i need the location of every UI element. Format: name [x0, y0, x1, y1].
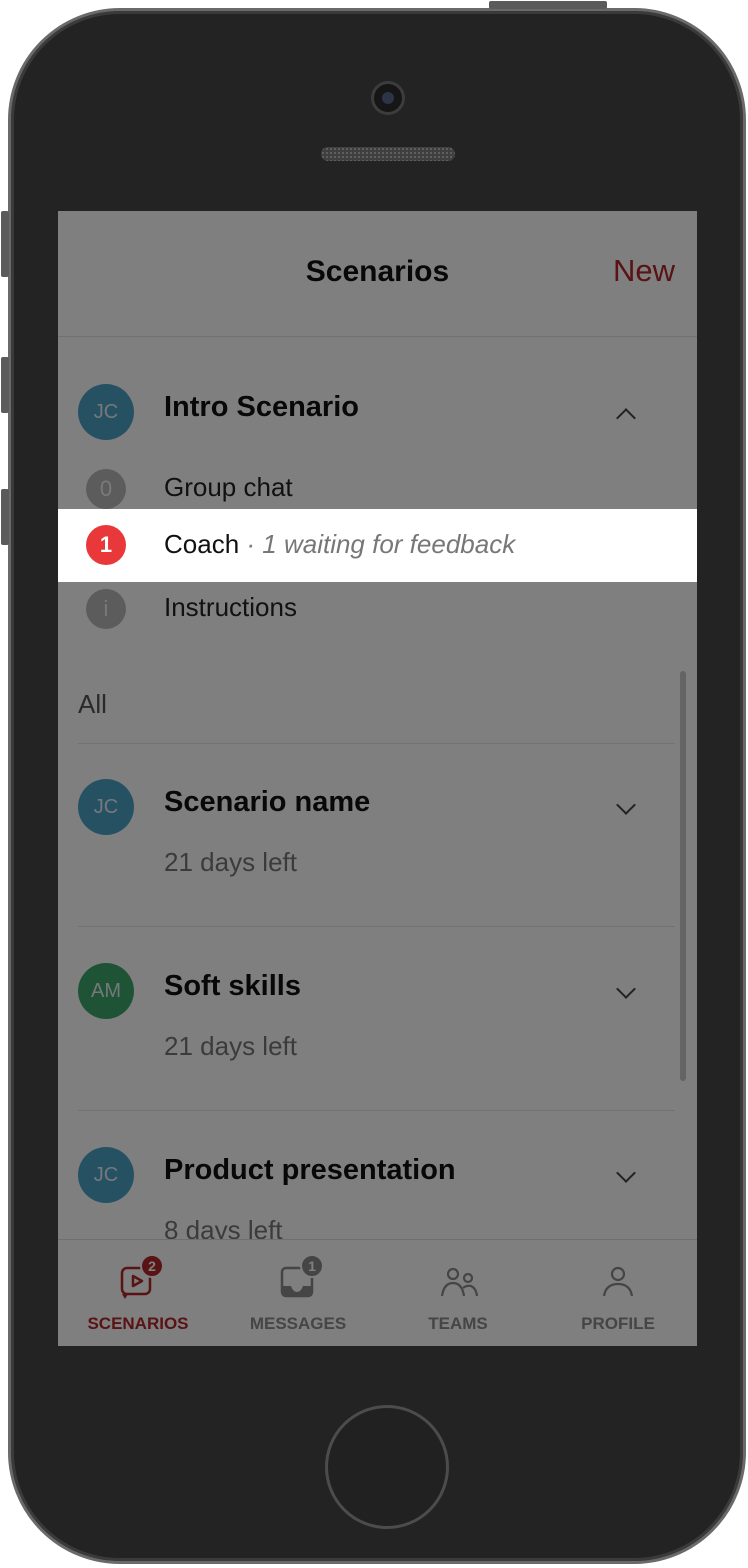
- chevron-up-icon[interactable]: [616, 408, 636, 428]
- volume-button: [1, 211, 9, 277]
- page-title: Scenarios: [305, 255, 450, 288]
- sub-item-label: Group chat: [164, 472, 293, 502]
- chevron-down-icon[interactable]: [616, 1163, 636, 1183]
- chevron-down-icon[interactable]: [616, 979, 636, 999]
- tab-badge: 1: [300, 1254, 324, 1278]
- avatar: JC: [78, 779, 134, 835]
- home-button[interactable]: [325, 1405, 449, 1529]
- sub-item-coach[interactable]: 1 Coach · 1 waiting for feedback: [58, 509, 697, 582]
- earpiece-speaker: [321, 147, 455, 161]
- tab-badge: 2: [140, 1254, 164, 1278]
- front-camera: [371, 81, 405, 115]
- tab-profile[interactable]: PROFILE: [538, 1240, 697, 1346]
- app-screen: Scenarios New JC Intro Scenario 0 Group …: [58, 211, 697, 1346]
- info-icon: i: [86, 589, 126, 629]
- divider: [78, 1110, 675, 1111]
- volume-button: [1, 489, 9, 545]
- scrollbar[interactable]: [680, 671, 686, 1081]
- tab-bar: 2 SCENARIOS 1 MESSAGES TEAMS PROFILE: [58, 1239, 697, 1346]
- tab-messages[interactable]: 1 MESSAGES: [218, 1240, 378, 1346]
- divider: [78, 743, 675, 744]
- profile-icon: [602, 1266, 634, 1297]
- power-button: [489, 1, 607, 9]
- scenario-title: Soft skills: [164, 970, 301, 1002]
- days-left: 21 days left: [164, 1031, 297, 1061]
- tab-label: SCENARIOS: [87, 1314, 189, 1333]
- sub-item-label: Coach · 1 waiting for feedback: [164, 529, 515, 560]
- sub-item-label: Instructions: [164, 592, 297, 622]
- teams-icon: [440, 1267, 479, 1297]
- scenario-title: Scenario name: [164, 786, 371, 818]
- count-badge: 0: [86, 469, 126, 509]
- section-label-all: All: [78, 689, 107, 719]
- tab-label: TEAMS: [428, 1314, 488, 1333]
- volume-button: [1, 357, 9, 413]
- avatar: AM: [78, 963, 134, 1019]
- divider: [78, 926, 675, 927]
- chevron-down-icon[interactable]: [616, 795, 636, 815]
- scenario-title: Product presentation: [164, 1154, 456, 1186]
- navigation-bar: Scenarios New: [58, 211, 697, 337]
- days-left: 21 days left: [164, 847, 297, 877]
- tab-label: PROFILE: [581, 1314, 655, 1333]
- feedback-hint: · 1 waiting for feedback: [246, 529, 516, 559]
- tab-teams[interactable]: TEAMS: [378, 1240, 538, 1346]
- new-scenario-button[interactable]: New: [613, 253, 675, 289]
- tab-scenarios[interactable]: 2 SCENARIOS: [58, 1240, 218, 1346]
- tab-label: MESSAGES: [249, 1314, 347, 1333]
- avatar: JC: [78, 1147, 134, 1203]
- avatar: JC: [78, 384, 134, 440]
- scenario-title: Intro Scenario: [164, 391, 359, 423]
- coach-label: Coach: [164, 529, 240, 559]
- notification-badge: 1: [86, 525, 126, 565]
